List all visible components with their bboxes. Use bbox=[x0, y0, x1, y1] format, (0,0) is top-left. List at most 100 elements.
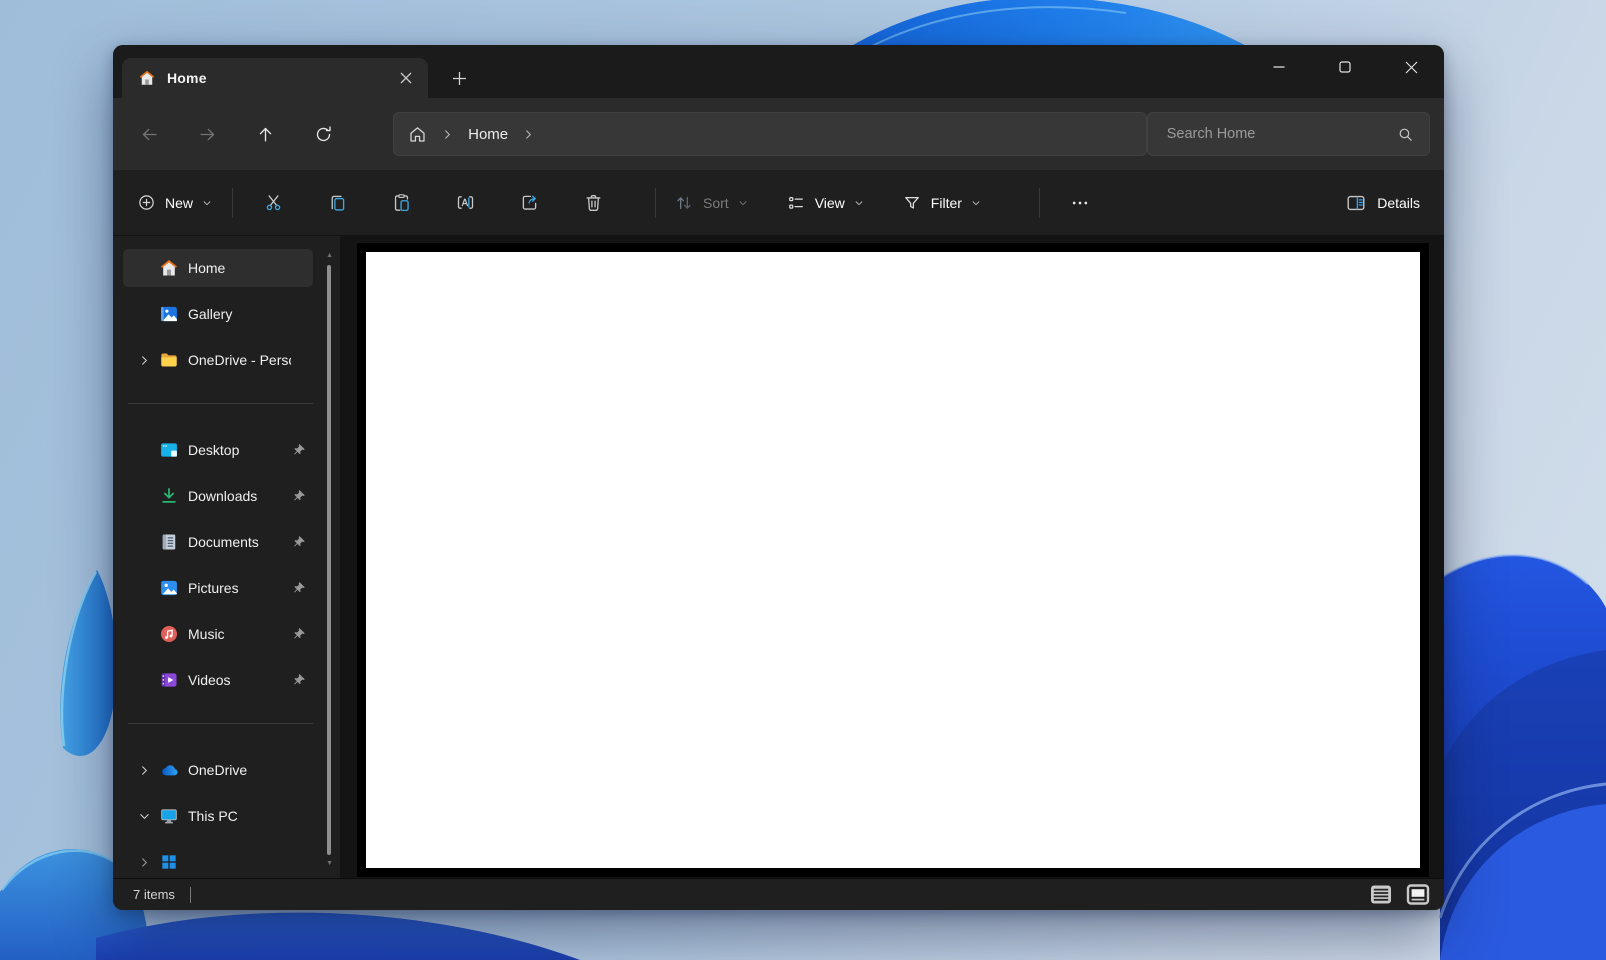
tab-title: Home bbox=[167, 70, 383, 86]
breadcrumb-location[interactable]: Home bbox=[468, 126, 508, 143]
sidebar-item-this-pc[interactable]: This PC bbox=[123, 797, 313, 835]
minimize-button[interactable] bbox=[1246, 45, 1312, 89]
maximize-button[interactable] bbox=[1312, 45, 1378, 89]
sidebar-item-gallery[interactable]: Gallery bbox=[123, 295, 313, 333]
new-button[interactable]: New bbox=[137, 193, 212, 212]
toolbar-divider bbox=[1039, 188, 1040, 218]
chevron-right-icon bbox=[139, 355, 150, 366]
delete-button[interactable] bbox=[571, 183, 615, 223]
copy-icon bbox=[327, 192, 348, 213]
details-pane-icon bbox=[1345, 192, 1367, 214]
view-label: View bbox=[815, 195, 845, 211]
chevron-right-icon bbox=[442, 129, 453, 140]
share-button[interactable] bbox=[507, 183, 551, 223]
new-tab-button[interactable] bbox=[444, 64, 474, 92]
window-controls bbox=[1246, 45, 1444, 89]
videos-icon bbox=[159, 670, 179, 690]
scrollbar-down-arrow[interactable]: ▼ bbox=[326, 860, 333, 867]
search-input[interactable] bbox=[1148, 113, 1429, 155]
ellipsis-icon bbox=[1070, 193, 1090, 213]
navigation-bar: Home bbox=[113, 98, 1444, 170]
navigation-sidebar: Home Gallery bbox=[113, 236, 340, 878]
address-bar[interactable]: Home bbox=[393, 112, 1147, 156]
details-toggle-button[interactable]: Details bbox=[1345, 192, 1420, 214]
sidebar-item-home[interactable]: Home bbox=[123, 249, 313, 287]
filter-menu-button[interactable]: Filter bbox=[902, 193, 981, 213]
sidebar-item-label: Gallery bbox=[188, 306, 291, 322]
forward-button[interactable] bbox=[190, 116, 226, 152]
pin-icon bbox=[292, 535, 306, 549]
rename-icon bbox=[455, 192, 476, 213]
windows-drive-icon bbox=[159, 852, 179, 872]
sidebar-item-desktop[interactable]: Desktop bbox=[123, 431, 313, 469]
documents-icon bbox=[159, 532, 179, 552]
maximize-icon bbox=[1339, 61, 1351, 73]
tab-bar: Home bbox=[113, 45, 1444, 98]
details-view-toggle-icon[interactable] bbox=[1369, 884, 1393, 905]
paste-icon bbox=[391, 192, 412, 213]
sidebar-item-downloads[interactable]: Downloads bbox=[123, 477, 313, 515]
refresh-button[interactable] bbox=[305, 116, 341, 152]
share-icon bbox=[519, 192, 540, 213]
sidebar-item-label: Videos bbox=[188, 672, 291, 688]
folder-icon bbox=[159, 350, 179, 370]
filter-icon bbox=[902, 193, 922, 213]
scrollbar-up-arrow[interactable]: ▲ bbox=[326, 252, 333, 259]
sidebar-item-music[interactable]: Music bbox=[123, 615, 313, 653]
sidebar-item-onedrive-personal[interactable]: OneDrive - Personal bbox=[123, 341, 313, 379]
trash-icon bbox=[583, 192, 604, 213]
close-icon bbox=[400, 72, 412, 84]
details-label: Details bbox=[1377, 195, 1420, 211]
sidebar-divider bbox=[128, 403, 313, 404]
more-options-button[interactable] bbox=[1060, 185, 1100, 221]
home-outline-icon bbox=[408, 125, 427, 144]
sidebar-scrollbar[interactable] bbox=[327, 265, 331, 855]
sidebar-item-onedrive[interactable]: OneDrive bbox=[123, 751, 313, 789]
sidebar-item-videos[interactable]: Videos bbox=[123, 661, 313, 699]
view-icon bbox=[786, 193, 806, 213]
chevron-right-icon[interactable] bbox=[523, 129, 534, 140]
status-bar: 7 items bbox=[113, 878, 1444, 910]
new-button-label: New bbox=[165, 195, 193, 211]
this-pc-icon bbox=[159, 806, 179, 826]
copy-button[interactable] bbox=[315, 183, 359, 223]
close-window-button[interactable] bbox=[1378, 45, 1444, 89]
sort-icon bbox=[674, 193, 694, 213]
plus-icon bbox=[452, 71, 467, 86]
arrow-up-icon bbox=[256, 125, 275, 144]
sidebar-item-label: Desktop bbox=[188, 442, 291, 458]
view-toggles bbox=[1369, 884, 1430, 905]
cut-button[interactable] bbox=[251, 183, 295, 223]
paste-button[interactable] bbox=[379, 183, 423, 223]
up-button[interactable] bbox=[248, 116, 284, 152]
pin-icon bbox=[292, 673, 306, 687]
home-icon bbox=[138, 69, 156, 87]
sidebar-item-partial-drive[interactable] bbox=[123, 843, 313, 878]
home-icon bbox=[159, 258, 179, 278]
plus-circle-icon bbox=[137, 193, 156, 212]
sidebar-item-documents[interactable]: Documents bbox=[123, 523, 313, 561]
refresh-icon bbox=[314, 125, 333, 144]
explorer-body: Home Gallery bbox=[113, 236, 1444, 878]
item-count: 7 items bbox=[133, 887, 175, 902]
rename-button[interactable] bbox=[443, 183, 487, 223]
pin-icon bbox=[292, 627, 306, 641]
sidebar-item-pictures[interactable]: Pictures bbox=[123, 569, 313, 607]
onedrive-icon bbox=[159, 760, 179, 780]
arrow-right-icon bbox=[198, 125, 217, 144]
chevron-down-icon bbox=[139, 811, 150, 822]
sidebar-divider bbox=[128, 723, 313, 724]
back-button[interactable] bbox=[132, 116, 168, 152]
file-view-area[interactable] bbox=[357, 243, 1429, 877]
chevron-down-icon bbox=[971, 198, 981, 208]
gallery-icon bbox=[159, 304, 179, 324]
sidebar-item-label: Music bbox=[188, 626, 291, 642]
sort-menu-button[interactable]: Sort bbox=[674, 193, 748, 213]
toolbar-divider bbox=[232, 188, 233, 218]
chevron-right-icon bbox=[139, 765, 150, 776]
view-menu-button[interactable]: View bbox=[786, 193, 864, 213]
tab-home[interactable]: Home bbox=[122, 58, 428, 98]
thumbnail-view-toggle-icon[interactable] bbox=[1406, 884, 1430, 905]
sidebar-item-label: OneDrive bbox=[188, 762, 291, 778]
tab-close-button[interactable] bbox=[394, 66, 418, 90]
